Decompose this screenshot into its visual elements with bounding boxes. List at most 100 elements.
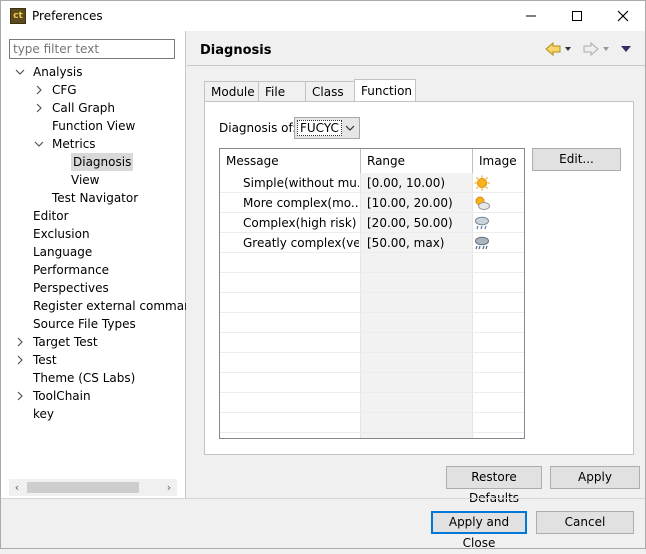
tree-item-label: ToolChain: [33, 389, 91, 403]
header-separator: [187, 65, 645, 66]
tree-item[interactable]: Function View: [1, 117, 186, 135]
page-header: Diagnosis: [187, 31, 645, 67]
cloud-rain-icon: [474, 215, 490, 231]
header-divider: [472, 149, 473, 173]
tree-item[interactable]: ToolChain: [1, 387, 186, 405]
tree-item-label: key: [33, 407, 55, 421]
collapsed-twisty-icon[interactable]: [15, 333, 25, 351]
collapsed-twisty-icon[interactable]: [15, 351, 25, 369]
maximize-icon: [572, 11, 582, 21]
history-nav: [545, 41, 635, 57]
minimize-button[interactable]: [508, 1, 554, 31]
row-divider: [220, 192, 524, 193]
tree-item-label: Test: [33, 353, 57, 367]
restore-defaults-button[interactable]: Restore Defaults: [446, 466, 542, 505]
row-divider: [220, 352, 524, 353]
table-row[interactable]: Complex(high risk) [20.00, 50.00): [220, 214, 524, 232]
collapsed-twisty-icon[interactable]: [15, 387, 25, 405]
tree-item-label: Target Test: [33, 335, 98, 349]
tree-item-label: Call Graph: [52, 101, 116, 115]
cell-message: Greatly complex(ve...: [243, 236, 359, 250]
header-image[interactable]: Image: [473, 149, 524, 173]
table-row[interactable]: More complex(mo... [10.00, 20.00): [220, 194, 524, 212]
table-row[interactable]: Simple(without mu... [0.00, 10.00): [220, 174, 524, 192]
tree-item[interactable]: Test: [1, 351, 186, 369]
scroll-right-icon[interactable]: ›: [161, 479, 177, 496]
tab-function[interactable]: Function: [354, 79, 416, 102]
tree-item[interactable]: Target Test: [1, 333, 186, 351]
scrollbar-thumb[interactable]: [27, 482, 139, 493]
header-range[interactable]: Range: [361, 149, 472, 173]
tree-item[interactable]: Exclusion: [1, 225, 186, 243]
cell-range: [50.00, max): [367, 236, 445, 250]
cell-range: [20.00, 50.00): [367, 216, 453, 230]
row-divider: [220, 312, 524, 313]
title-bar: ct Preferences: [1, 1, 645, 31]
tree-item[interactable]: Metrics: [1, 135, 186, 153]
tab-file[interactable]: File: [258, 81, 306, 101]
tab-class[interactable]: Class: [305, 81, 355, 101]
diagnosis-of-label: Diagnosis of:: [219, 121, 297, 135]
close-button[interactable]: [600, 1, 646, 31]
header-range-label: Range: [367, 154, 406, 168]
row-divider: [220, 432, 524, 433]
forward-arrow-icon[interactable]: [583, 41, 599, 57]
diagnosis-metric-select[interactable]: FUCYC: [294, 117, 360, 139]
row-divider: [220, 232, 524, 233]
tree-item-label: Editor: [33, 209, 69, 223]
tree-item[interactable]: key: [1, 405, 186, 423]
tree-item[interactable]: Theme (CS Labs): [1, 369, 186, 387]
collapsed-twisty-icon[interactable]: [34, 81, 44, 99]
tree-item-label: Metrics: [52, 137, 96, 151]
tree-item-label: View: [71, 173, 100, 187]
apply-button[interactable]: Apply: [550, 466, 640, 489]
footer-separator: [1, 498, 645, 499]
tree-item[interactable]: Source File Types: [1, 315, 186, 333]
tree-item[interactable]: View: [1, 171, 186, 189]
back-menu-chevron-icon[interactable]: [565, 47, 571, 51]
cell-message: More complex(mo...: [243, 196, 359, 210]
edit-button[interactable]: Edit...: [532, 148, 621, 171]
cell-message: Complex(high risk): [243, 216, 357, 230]
tree-item[interactable]: Test Navigator: [1, 189, 186, 207]
tree-item-label: Function View: [52, 119, 136, 133]
diagnosis-table: Message Range Image Simple(without mu...…: [219, 148, 525, 439]
view-menu-icon[interactable]: [621, 46, 631, 52]
maximize-button[interactable]: [554, 1, 600, 31]
diagnosis-selected-value: FUCYC: [297, 120, 342, 136]
tab-module[interactable]: Module: [204, 81, 259, 101]
tree-item-label: Source File Types: [33, 317, 136, 331]
function-tab-panel: Diagnosis of: FUCYC Message Range Image …: [204, 101, 634, 455]
close-icon: [617, 10, 629, 22]
tree-item-label: Perspectives: [33, 281, 109, 295]
collapsed-twisty-icon[interactable]: [34, 99, 44, 117]
minimize-icon: [526, 15, 536, 17]
table-row[interactable]: Greatly complex(ve... [50.00, max): [220, 234, 524, 252]
tree-item-label: Exclusion: [33, 227, 90, 241]
tree-item-label: Analysis: [33, 65, 83, 79]
apply-and-close-button[interactable]: Apply and Close: [431, 511, 527, 550]
tree-item[interactable]: Call Graph: [1, 99, 186, 117]
row-divider: [220, 292, 524, 293]
cell-range: [0.00, 10.00): [367, 176, 446, 190]
expanded-twisty-icon[interactable]: [15, 63, 25, 81]
horizontal-scrollbar[interactable]: ‹ ›: [9, 479, 177, 496]
expanded-twisty-icon[interactable]: [34, 135, 44, 153]
tree-item[interactable]: Diagnosis: [1, 153, 186, 171]
cancel-button[interactable]: Cancel: [536, 511, 634, 534]
tree-item[interactable]: Language: [1, 243, 186, 261]
tree-item[interactable]: Perspectives: [1, 279, 186, 297]
tree-item-label: Test Navigator: [52, 191, 139, 205]
row-divider: [220, 392, 524, 393]
back-arrow-icon[interactable]: [545, 41, 561, 57]
filter-input[interactable]: [9, 39, 175, 59]
tree-item[interactable]: Analysis: [1, 63, 186, 81]
forward-menu-chevron-icon[interactable]: [603, 47, 609, 51]
scroll-left-icon[interactable]: ‹: [9, 479, 25, 496]
tree-item[interactable]: CFG: [1, 81, 186, 99]
tree-item[interactable]: Register external comman: [1, 297, 186, 315]
tree-item[interactable]: Editor: [1, 207, 186, 225]
window-title: Preferences: [32, 9, 103, 23]
header-message[interactable]: Message: [220, 149, 360, 173]
tree-item[interactable]: Performance: [1, 261, 186, 279]
